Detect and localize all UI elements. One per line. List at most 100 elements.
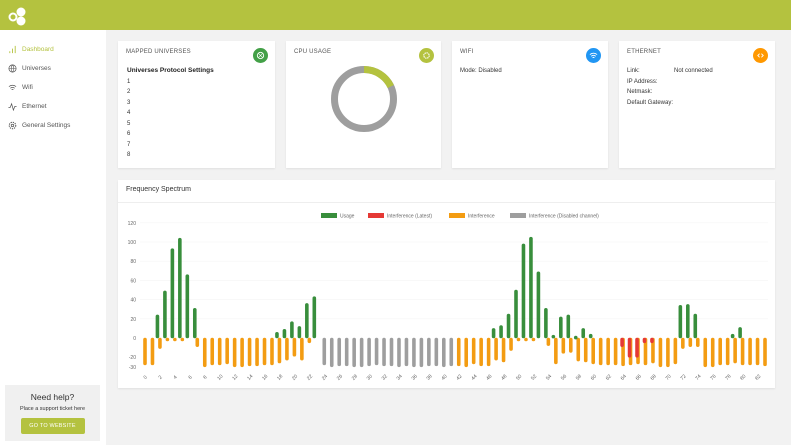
- x-tick-label: 44: [470, 373, 478, 381]
- x-tick-label: 68: [650, 373, 658, 381]
- pulse-icon: [8, 102, 17, 111]
- list-item: 1: [127, 78, 131, 85]
- sidebar-item-label: General Settings: [22, 122, 71, 129]
- legend-swatch: [321, 213, 337, 218]
- x-tick-label: 16: [261, 373, 269, 381]
- link-value: Not connected: [674, 68, 713, 74]
- list-item: 5: [127, 120, 131, 127]
- list-item: 6: [127, 131, 131, 137]
- x-tick-label: 74: [694, 373, 702, 381]
- x-tick-label: 38: [425, 373, 433, 381]
- card-title: WIFI: [460, 49, 474, 55]
- frequency-spectrum-card: Frequency Spectrum 120 100 80 60 40 20 0 -20 -30…: [118, 180, 775, 388]
- sidebar-item-dashboard[interactable]: Dashboard: [0, 40, 106, 59]
- help-box: Need help? Place a support ticket here G…: [5, 385, 100, 441]
- network-icon: [256, 51, 265, 60]
- x-tick-label: 50: [515, 373, 523, 381]
- sidebar-item-general-settings[interactable]: General Settings: [0, 116, 106, 135]
- mapped-universes-card: MAPPED UNIVERSES Universes Protocol Sett…: [118, 41, 275, 168]
- help-title: Need help?: [30, 392, 75, 402]
- x-tick-label: 28: [351, 373, 359, 381]
- x-tick-label: 48: [500, 373, 508, 381]
- x-tick-label: 34: [396, 373, 404, 381]
- sidebar-item-ethernet[interactable]: Ethernet: [0, 97, 106, 116]
- list-item: 8: [127, 152, 131, 158]
- y-tick-label: 0: [133, 336, 136, 342]
- gateway-label: Default Gateway:: [627, 99, 674, 106]
- x-tick-label: 42: [455, 373, 463, 381]
- y-tick-label: -20: [129, 355, 136, 361]
- ethernet-info: Link: Not connected IP Address: Netmask: …: [627, 66, 713, 108]
- wifi-icon: [589, 52, 598, 59]
- list-item: 3: [127, 99, 131, 106]
- x-tick-label: 56: [560, 373, 568, 381]
- y-tick-label: 100: [128, 240, 137, 246]
- x-tick-label: 66: [635, 373, 643, 381]
- x-tick-label: 60: [590, 373, 598, 381]
- y-tick-label: 80: [130, 259, 136, 265]
- x-tick-label: 70: [665, 373, 673, 381]
- x-tick-label: 40: [440, 373, 448, 381]
- cpu-usage-card: CPU USAGE: [286, 41, 441, 168]
- ethernet-badge: [753, 48, 768, 63]
- ethernet-card: ETHERNET Link: Not connected IP Address: …: [619, 41, 775, 168]
- x-tick-label: 82: [754, 373, 762, 381]
- x-tick-label: 58: [575, 373, 583, 381]
- x-tick-label: 0: [143, 374, 149, 380]
- universes-badge: [253, 48, 268, 63]
- x-tick-label: 6: [187, 374, 193, 380]
- y-tick-label: 20: [130, 317, 136, 323]
- cpu-donut-chart: [331, 66, 397, 132]
- legend-label: Usage: [340, 214, 355, 220]
- y-tick-label: 60: [130, 278, 136, 284]
- y-tick-label: 40: [130, 298, 136, 304]
- x-tick-label: 52: [530, 373, 538, 381]
- x-tick-label: 10: [216, 373, 224, 381]
- universes-heading: Universes Protocol Settings: [127, 67, 214, 74]
- x-tick-label: 20: [291, 373, 299, 381]
- x-tick-label: 32: [381, 373, 389, 381]
- sidebar: Dashboard Universes Wifi Ethernet Genera…: [0, 30, 106, 445]
- legend-label: Interference (Disabled channel): [529, 214, 599, 220]
- card-title: MAPPED UNIVERSES: [126, 49, 191, 55]
- wifi-card: WIFI Mode: Disabled: [452, 41, 608, 168]
- x-tick-label: 26: [336, 373, 344, 381]
- sidebar-item-label: Wifi: [22, 84, 33, 91]
- top-bar: [0, 0, 791, 30]
- sidebar-item-label: Ethernet: [22, 103, 47, 110]
- x-tick-label: 30: [366, 373, 374, 381]
- x-tick-label: 22: [306, 373, 314, 381]
- wifi-badge: [586, 48, 601, 63]
- legend-label: Interference: [468, 214, 495, 220]
- help-text: Place a support ticket here: [19, 406, 86, 412]
- card-title: ETHERNET: [627, 49, 661, 55]
- x-tick-label: 54: [545, 373, 553, 381]
- x-tick-label: 78: [724, 373, 732, 381]
- wifi-icon: [8, 84, 17, 91]
- list-item: 4: [127, 110, 131, 116]
- bar-chart-icon: [9, 45, 16, 54]
- x-tick-label: 64: [620, 373, 628, 381]
- x-tick-label: 76: [709, 373, 717, 381]
- x-tick-label: 18: [276, 373, 284, 381]
- x-tick-label: 24: [321, 373, 329, 381]
- legend-label: Interference (Latest): [387, 214, 432, 220]
- x-tick-label: 36: [411, 373, 419, 381]
- logo-icon[interactable]: [8, 6, 28, 26]
- spectrum-chart: 120100806040200-20-300 2 4 6 8 10 12 14 16 18 20 22…: [128, 213, 768, 382]
- x-tick-label: 46: [485, 373, 493, 381]
- link-label: Link:: [627, 68, 640, 74]
- x-tick-label: 4: [172, 374, 178, 380]
- list-item: 7: [127, 141, 131, 148]
- legend-swatch: [510, 213, 526, 218]
- y-tick-label: 120: [128, 221, 137, 227]
- go-to-website-button[interactable]: GO TO WEBSITE: [20, 418, 85, 434]
- universes-list: Universes Protocol Settings 1 2 3 4 5 6 …: [127, 66, 214, 161]
- sidebar-item-label: Universes: [22, 65, 51, 72]
- x-tick-label: 2: [158, 374, 164, 380]
- globe-icon: [8, 64, 17, 73]
- sidebar-item-universes[interactable]: Universes: [0, 59, 106, 78]
- x-tick-label: 72: [679, 373, 687, 381]
- x-tick-label: 14: [246, 373, 254, 381]
- sidebar-item-wifi[interactable]: Wifi: [0, 78, 106, 97]
